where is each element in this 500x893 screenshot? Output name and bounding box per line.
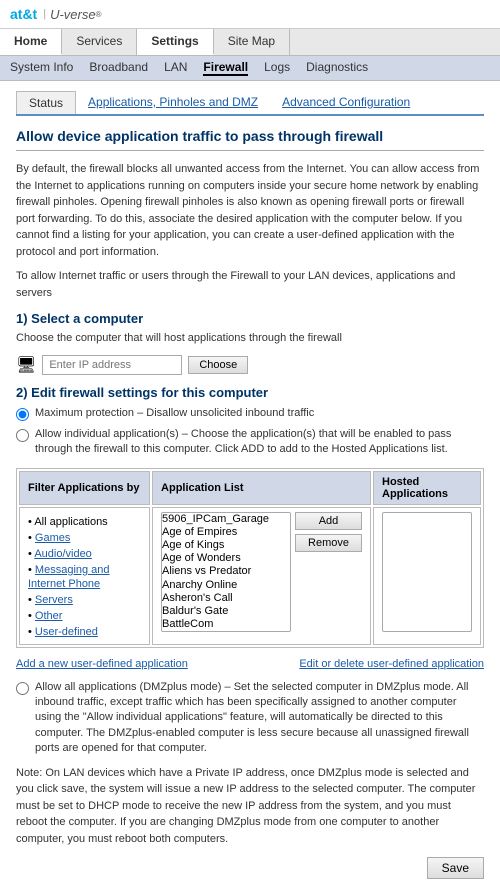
app-option[interactable]: Asheron's Call (162, 592, 290, 605)
page-title: Allow device application traffic to pass… (16, 128, 484, 151)
radio-dmz-input[interactable] (16, 682, 29, 695)
computer-icon: 🖥 (16, 355, 36, 375)
subnav-firewall[interactable]: Firewall (203, 60, 248, 76)
nav-settings[interactable]: Settings (137, 29, 213, 55)
section2-title: 2) Edit firewall settings for this compu… (16, 385, 484, 400)
filter-games[interactable]: • Games (28, 530, 141, 544)
app-option[interactable]: Anarchy Online (162, 579, 290, 592)
app-option[interactable]: BattleCom (162, 618, 290, 631)
nav-sitemap[interactable]: Site Map (214, 29, 290, 55)
app-option[interactable]: Baldur's Gate (162, 605, 290, 618)
filter-table: Filter Applications by Application List … (16, 468, 484, 648)
app-option[interactable]: 5906_IPCam_Garage (162, 513, 290, 526)
content-area: Status Applications, Pinholes and DMZ Ad… (0, 81, 500, 893)
main-nav: Home Services Settings Site Map (0, 29, 500, 56)
note-text: Note: On LAN devices which have a Privat… (16, 765, 484, 848)
edit-link[interactable]: Edit or delete user-defined application (299, 658, 484, 670)
hosted-header: Hosted Applications (373, 471, 481, 505)
tab-applications[interactable]: Applications, Pinholes and DMZ (76, 91, 270, 114)
links-row: Add a new user-defined application Edit … (16, 658, 484, 670)
intro-text: By default, the firewall blocks all unwa… (16, 161, 484, 260)
app-option[interactable]: Age of Wonders (162, 552, 290, 565)
app-option[interactable]: Age of Empires (162, 526, 290, 539)
remove-button[interactable]: Remove (295, 534, 362, 552)
dmz-radio-row: Allow all applications (DMZplus mode) – … (16, 680, 484, 757)
tab-status[interactable]: Status (16, 91, 76, 114)
tab-bar: Status Applications, Pinholes and DMZ Ad… (16, 91, 484, 116)
section1-title: 1) Select a computer (16, 311, 484, 326)
subnav-lan[interactable]: LAN (164, 60, 187, 76)
app-list-cell: 5906_IPCam_Garage Age of Empires Age of … (152, 507, 371, 645)
select-desc: Choose the computer that will host appli… (16, 330, 484, 347)
filter-userdefined[interactable]: • User-defined (28, 624, 141, 638)
app-option[interactable]: Age of Kings (162, 539, 290, 552)
filter-audio[interactable]: • Audio/video (28, 546, 141, 560)
filter-servers[interactable]: • Servers (28, 592, 141, 606)
hosted-cell (373, 507, 481, 645)
app-list-select[interactable]: 5906_IPCam_Garage Age of Empires Age of … (161, 512, 291, 632)
att-logo: at&t (10, 6, 37, 22)
radio-individual-label: Allow individual application(s) – Choose… (35, 427, 484, 458)
computer-select-row: 🖥 Choose (16, 355, 484, 375)
filter-list-cell: • All applications • Games • Audio/video… (19, 507, 150, 645)
radio-max-protection: Maximum protection – Disallow unsolicite… (16, 406, 484, 421)
filter-all: • All applications (28, 514, 141, 528)
subnav-diagnostics[interactable]: Diagnostics (306, 60, 368, 76)
subnav-logs[interactable]: Logs (264, 60, 290, 76)
tab-advanced[interactable]: Advanced Configuration (270, 91, 422, 114)
save-button[interactable]: Save (427, 857, 484, 879)
filter-messaging[interactable]: • Messaging and Internet Phone (28, 562, 141, 590)
radio-individual-input[interactable] (16, 429, 29, 442)
app-list-header: Application List (152, 471, 371, 505)
dmz-label: Allow all applications (DMZplus mode) – … (35, 680, 484, 757)
choose-button[interactable]: Choose (188, 356, 248, 374)
subnav-systeminfo[interactable]: System Info (10, 60, 73, 76)
add-new-link[interactable]: Add a new user-defined application (16, 658, 188, 670)
radio-max-label: Maximum protection – Disallow unsolicite… (35, 406, 314, 421)
ip-input[interactable] (42, 355, 182, 375)
filter-col-header: Filter Applications by (19, 471, 150, 505)
nav-home[interactable]: Home (0, 29, 62, 55)
uverse-logo: U-verse (50, 7, 96, 22)
radio-max-input[interactable] (16, 408, 29, 421)
subtext: To allow Internet traffic or users throu… (16, 268, 484, 301)
filter-other[interactable]: • Other (28, 608, 141, 622)
hosted-select[interactable] (382, 512, 472, 632)
add-button[interactable]: Add (295, 512, 362, 530)
nav-services[interactable]: Services (62, 29, 137, 55)
header: at&t | U-verse ® (0, 0, 500, 29)
subnav-broadband[interactable]: Broadband (89, 60, 148, 76)
save-row: Save (16, 857, 484, 879)
radio-individual: Allow individual application(s) – Choose… (16, 427, 484, 458)
sub-nav: System Info Broadband LAN Firewall Logs … (0, 56, 500, 81)
app-option[interactable]: Aliens vs Predator (162, 565, 290, 578)
